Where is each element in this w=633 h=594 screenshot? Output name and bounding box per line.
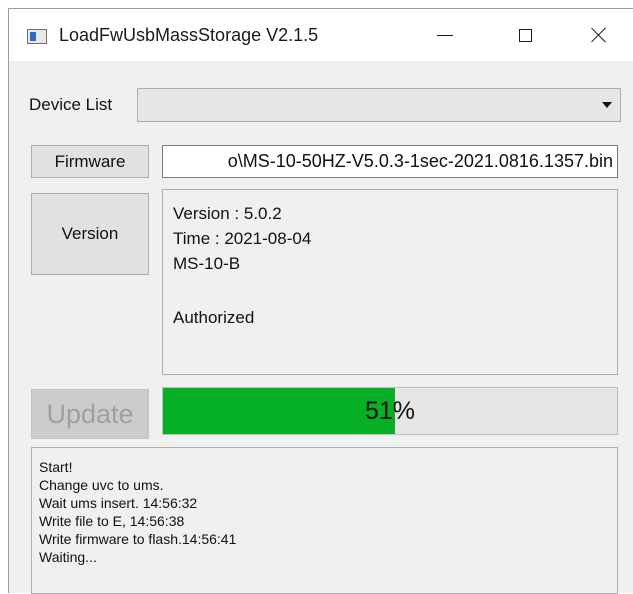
version-info-panel: Version : 5.0.2 Time : 2021-08-04 MS-10-…: [162, 189, 618, 375]
device-model-text: MS-10-B: [173, 254, 241, 273]
log-line: Write file to E, 14:56:38: [39, 513, 185, 529]
log-line: Waiting...: [39, 549, 97, 565]
maximize-icon: [518, 28, 532, 42]
minimize-icon: [437, 34, 453, 36]
log-line: Wait ums insert. 14:56:32: [39, 495, 198, 511]
close-icon: [591, 27, 607, 43]
log-line: Start!: [39, 459, 73, 475]
log-line: Change uvc to ums.: [39, 477, 164, 493]
log-line: Write firmware to flash.14:56:41: [39, 531, 237, 547]
progress-percent-text: 51%: [364, 396, 416, 425]
title-bar[interactable]: LoadFwUsbMassStorage V2.1.5: [9, 9, 633, 61]
device-list-dropdown[interactable]: [137, 88, 621, 122]
minimize-button[interactable]: [423, 19, 467, 51]
update-button[interactable]: Update: [31, 389, 149, 439]
update-progress-bar: 51%: [162, 387, 618, 435]
main-window: LoadFwUsbMassStorage V2.1.5 Device List …: [8, 8, 633, 594]
app-icon: [27, 29, 47, 44]
version-time-text: Time : 2021-08-04: [173, 229, 312, 248]
device-list-label: Device List: [29, 95, 113, 114]
firmware-path-field[interactable]: o\MS-10-50HZ-V5.0.3-1sec-2021.0816.1357.…: [162, 145, 618, 178]
log-output[interactable]: Start! Change uvc to ums. Wait ums inser…: [31, 447, 618, 594]
version-button[interactable]: Version: [31, 193, 149, 275]
version-number-text: Version : 5.0.2: [173, 204, 282, 223]
maximize-button[interactable]: [503, 19, 547, 51]
authorization-status-text: Authorized: [173, 308, 255, 327]
window-title: LoadFwUsbMassStorage V2.1.5: [59, 25, 319, 45]
close-button[interactable]: [577, 19, 621, 51]
firmware-path-text: o\MS-10-50HZ-V5.0.3-1sec-2021.0816.1357.…: [227, 151, 613, 171]
firmware-button[interactable]: Firmware: [31, 145, 149, 178]
dropdown-arrow-icon: [602, 102, 612, 108]
